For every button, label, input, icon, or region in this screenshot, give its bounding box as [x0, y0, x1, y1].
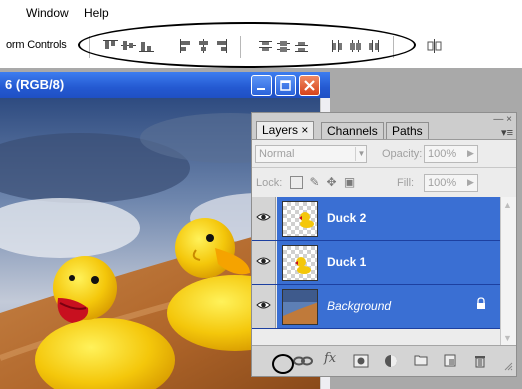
new-layer-icon[interactable]: [444, 354, 456, 370]
panel-minimize-icon[interactable]: — ×: [493, 114, 512, 125]
scroll-down-icon[interactable]: ▼: [503, 333, 512, 343]
visibility-toggle[interactable]: [252, 241, 276, 284]
eye-icon: [256, 301, 271, 309]
scroll-up-icon[interactable]: ▲: [503, 200, 512, 210]
opacity-slider-arrow-icon[interactable]: ▶: [467, 148, 474, 159]
layer-row-duck-2[interactable]: Duck 2: [252, 197, 500, 241]
lock-icon: [476, 297, 486, 312]
highlight-ellipse-align-buttons: [78, 22, 416, 68]
trash-icon[interactable]: [474, 354, 486, 370]
document-title: 6 (RGB/8): [5, 77, 65, 92]
menu-window[interactable]: Window: [26, 6, 69, 20]
lock-fill-row: Lock: ✎ ✥ ▣ Fill: 100% ▶: [252, 167, 516, 197]
layer-body[interactable]: Background: [277, 285, 500, 328]
layer-body[interactable]: Duck 1: [277, 241, 500, 284]
layers-panel-header: Layers × Channels Paths — × ▾≡: [252, 113, 516, 139]
visibility-toggle[interactable]: [252, 285, 276, 328]
lock-all-icon[interactable]: ▣: [343, 176, 356, 189]
layer-name[interactable]: Duck 1: [327, 255, 366, 269]
layer-mask-icon[interactable]: [353, 354, 369, 370]
maximize-button[interactable]: [275, 75, 296, 96]
close-button[interactable]: [299, 75, 320, 96]
layer-list: Duck 2 Duck 1 Background: [252, 197, 500, 345]
tab-layers-label: Layers: [262, 123, 299, 137]
layer-list-scrollbar[interactable]: ▲ ▼: [500, 197, 516, 345]
resize-grip-icon[interactable]: [504, 362, 513, 378]
layers-panel: Layers × Channels Paths — × ▾≡ Normal ▼ …: [251, 112, 517, 377]
opacity-label: Opacity:: [382, 148, 423, 160]
eye-icon: [256, 213, 271, 221]
fill-label: Fill:: [397, 177, 415, 189]
tab-channels[interactable]: Channels: [321, 122, 384, 139]
lock-position-icon[interactable]: ✥: [325, 176, 338, 189]
blend-mode-value: Normal: [259, 148, 295, 160]
menu-help[interactable]: Help: [84, 6, 109, 20]
layer-name[interactable]: Background: [327, 299, 391, 313]
layer-name[interactable]: Duck 2: [327, 211, 366, 225]
layer-body[interactable]: Duck 2: [277, 197, 500, 240]
link-layers-icon[interactable]: [292, 354, 314, 370]
adjustment-layer-icon[interactable]: [384, 354, 400, 370]
tab-layers[interactable]: Layers ×: [256, 121, 315, 139]
layer-row-background[interactable]: Background: [252, 285, 500, 329]
minimize-button[interactable]: [251, 75, 272, 96]
auto-align-layers-icon[interactable]: [427, 39, 442, 53]
new-group-icon[interactable]: [414, 354, 428, 370]
blend-opacity-row: Normal ▼ Opacity: 100% ▶: [252, 139, 516, 167]
lock-image-pixels-icon[interactable]: ✎: [308, 176, 321, 189]
transform-controls-label[interactable]: orm Controls: [6, 39, 67, 51]
lock-transparent-pixels-icon[interactable]: [290, 176, 303, 189]
eye-icon: [256, 257, 271, 265]
visibility-toggle[interactable]: [252, 197, 276, 240]
blend-mode-select[interactable]: Normal ▼: [255, 145, 367, 163]
fx-layer-style-icon[interactable]: fx: [324, 351, 336, 366]
layer-thumbnail: [282, 289, 318, 325]
document-titlebar[interactable]: 6 (RGB/8): [0, 72, 330, 98]
tab-paths[interactable]: Paths: [386, 122, 429, 139]
lock-label: Lock:: [256, 177, 283, 189]
chevron-down-icon[interactable]: ▼: [355, 147, 367, 161]
layer-thumbnail: [282, 201, 318, 237]
layer-row-duck-1[interactable]: Duck 1: [252, 241, 500, 285]
panel-menu-icon[interactable]: ▾≡: [501, 126, 513, 139]
tab-close-icon[interactable]: ×: [301, 123, 308, 137]
fill-slider-arrow-icon[interactable]: ▶: [467, 177, 474, 188]
highlight-ellipse-link-icon: [272, 354, 294, 374]
layer-thumbnail: [282, 245, 318, 281]
